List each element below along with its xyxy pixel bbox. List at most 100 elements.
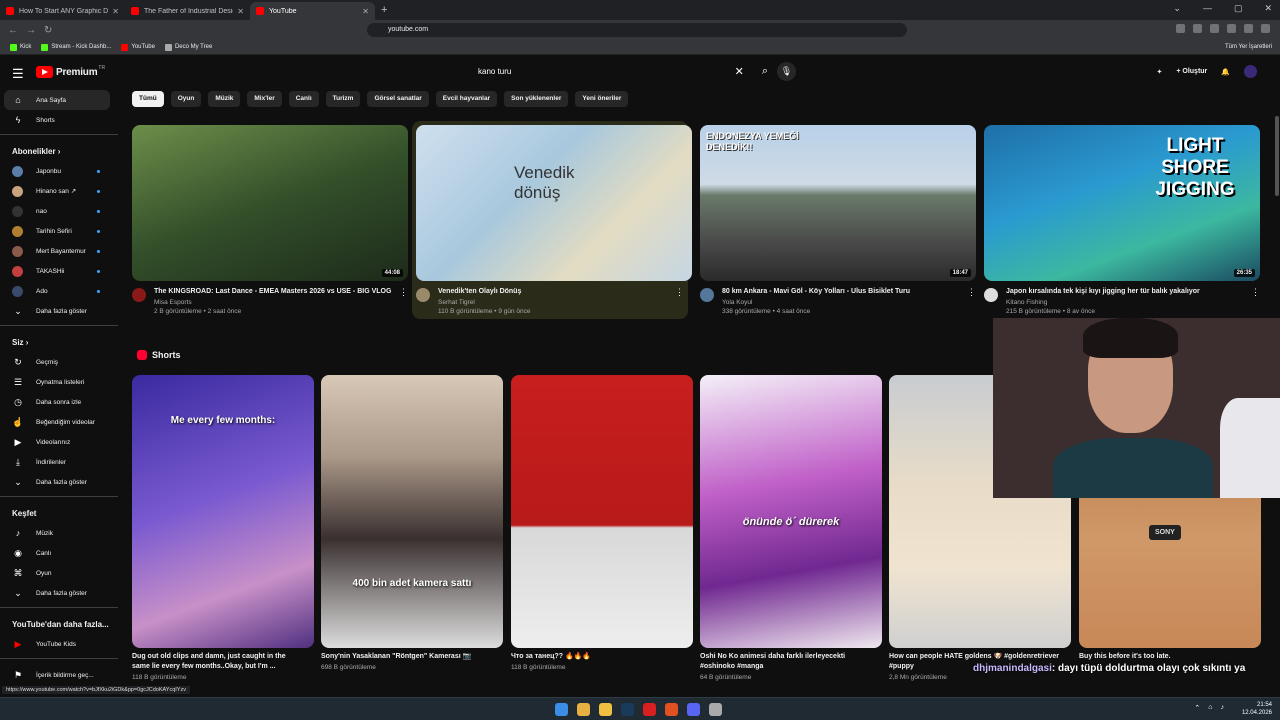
extension-icon[interactable]	[1176, 24, 1185, 33]
sidebar-item-report[interactable]: ⚑ İçerik bildirme geç...	[0, 665, 118, 685]
avatar[interactable]	[1244, 65, 1257, 78]
chip-all[interactable]: Tümü	[132, 91, 164, 107]
new-tab-icon[interactable]: +	[381, 4, 387, 16]
sidebar-item[interactable]: ◷ Daha sonra izle	[0, 392, 118, 412]
sidebar-item[interactable]: ☝ Beğendiğim videolar	[0, 412, 118, 432]
video-title[interactable]: The KINGSROAD: Last Dance - EMEA Masters…	[154, 287, 395, 297]
chip[interactable]: Turizm	[325, 91, 361, 107]
brave-icon[interactable]	[665, 703, 678, 716]
short-card[interactable]: önünde ö´ dürerek Oshi No Ko animesi dah…	[700, 375, 882, 681]
bookmark-item[interactable]: Kick	[10, 43, 31, 51]
youtube-logo[interactable]: Premium TR	[36, 65, 105, 78]
sidebar-item[interactable]: Mert Bayantemur	[0, 241, 118, 261]
channel-avatar[interactable]	[700, 288, 714, 302]
video-title[interactable]: 80 km Ankara - Mavi Göl - Köy Yolları - …	[722, 287, 963, 297]
sidebar-item[interactable]: Hinano san ↗	[0, 181, 118, 201]
menu-dots-icon[interactable]	[1261, 24, 1270, 33]
bookmark-item[interactable]: Stream - Kick Dashb...	[41, 43, 111, 51]
sidebar-item[interactable]: Japonbu	[0, 161, 118, 181]
video-thumbnail[interactable]: ENDONEZYA YEMEĞİ DENEDİK!! 18:47	[700, 125, 976, 281]
short-card[interactable]: 400 bin adet kamera sattı Sony'nin Yasak…	[321, 375, 503, 671]
short-thumbnail[interactable]: Me every few months:	[132, 375, 314, 648]
minimize-icon[interactable]: —	[1203, 3, 1212, 14]
opera-icon[interactable]	[643, 703, 656, 716]
short-title[interactable]: Что за танец?? 🔥🔥🔥	[511, 652, 693, 662]
channel-name[interactable]: Serhat Tigrel	[438, 299, 671, 306]
page-scrollbar[interactable]	[1275, 116, 1279, 196]
channel-name[interactable]: Yola Koyul	[722, 299, 963, 306]
bookmark-item[interactable]: YouTube	[121, 43, 155, 51]
extension-icon[interactable]	[1193, 24, 1202, 33]
video-title[interactable]: Japon kırsalında tek kişi kıyı jigging h…	[1006, 287, 1247, 297]
extension-icon[interactable]	[1210, 24, 1219, 33]
short-title[interactable]: Dug out old clips and damn, just caught …	[132, 652, 314, 672]
sidebar-item[interactable]: ▶ Videolarınız	[0, 432, 118, 452]
short-title[interactable]: Sony'nin Yasaklanan "Röntgen" Kamerası 📷	[321, 652, 503, 662]
video-thumbnail[interactable]: Venedik dönüş	[416, 125, 692, 281]
video-title[interactable]: Venedik'ten Olaylı Dönüş	[438, 287, 671, 297]
discord-icon[interactable]	[687, 703, 700, 716]
sidebar-item[interactable]: TAKASHii	[0, 261, 118, 281]
notifications-bell-icon[interactable]: 🔔	[1221, 68, 1230, 76]
volume-icon[interactable]: ♪	[1221, 704, 1225, 712]
close-tab-icon[interactable]: ✕	[362, 7, 369, 16]
obs-icon[interactable]	[709, 703, 722, 716]
channel-avatar[interactable]	[984, 288, 998, 302]
clock[interactable]: 21:54 12.04.2026	[1242, 701, 1272, 717]
create-button[interactable]: + Oluştur	[1176, 68, 1207, 75]
sidebar-item[interactable]: ⌄ Daha fazla göster	[0, 472, 118, 492]
voice-search-icon[interactable]: 🎙	[777, 62, 796, 81]
maximize-icon[interactable]: ▢	[1234, 3, 1243, 14]
file-explorer-icon[interactable]	[599, 703, 612, 716]
sidebar-item[interactable]: ♪ Müzik	[0, 523, 118, 543]
close-window-icon[interactable]: ✕	[1264, 3, 1272, 14]
sidebar-item[interactable]: Tarihin Sefiri	[0, 221, 118, 241]
subscriptions-heading[interactable]: Abonelikler ›	[0, 141, 118, 161]
search-box[interactable]: kano turu ✕ ⌕	[469, 61, 768, 81]
url-bar[interactable]: youtube.com	[367, 23, 907, 37]
short-title[interactable]: Oshi No Ko animesi daha farklı ilerleyec…	[700, 652, 882, 672]
sidebar-item[interactable]: nao	[0, 201, 118, 221]
video-card-hovered[interactable]: Venedik dönüş Venedik'ten Olaylı Dönüş S…	[412, 121, 692, 319]
reload-icon[interactable]: ↻	[44, 25, 52, 36]
sidebar-item[interactable]: ↻ Geçmiş	[0, 352, 118, 372]
sidebar-item[interactable]: ⤓ İndirilenler	[0, 452, 118, 472]
sidebar-item[interactable]: Ado	[0, 281, 118, 301]
browser-tab[interactable]: How To Start ANY Graphic Design Fr ✕	[0, 2, 125, 20]
back-icon[interactable]: ←	[8, 25, 18, 36]
video-card[interactable]: ENDONEZYA YEMEĞİ DENEDİK!! 18:47 80 km A…	[700, 125, 976, 315]
short-thumbnail[interactable]	[511, 375, 693, 648]
bookmark-item[interactable]: Deco My Tree	[164, 43, 212, 51]
clear-search-icon[interactable]: ✕	[735, 65, 744, 78]
chip[interactable]: Son yüklenenler	[504, 91, 569, 107]
forward-icon[interactable]: →	[26, 25, 36, 36]
sidebar-item[interactable]: ◉ Canlı	[0, 543, 118, 563]
more-options-icon[interactable]: ⋮	[675, 287, 684, 315]
hamburger-menu-icon[interactable]: ☰	[12, 66, 24, 82]
sidebar-item-show-more[interactable]: ⌄ Daha fazla göster	[0, 301, 118, 321]
more-options-icon[interactable]: ⋮	[1251, 287, 1260, 315]
short-card[interactable]: Что за танец?? 🔥🔥🔥 118 B görüntüleme	[511, 375, 693, 671]
close-tab-icon[interactable]: ✕	[112, 7, 119, 16]
short-thumbnail[interactable]: önünde ö´ dürerek	[700, 375, 882, 648]
chip[interactable]: Canlı	[288, 91, 319, 107]
sidebar-item-shorts[interactable]: ϟ Shorts	[0, 110, 118, 130]
chip[interactable]: Evcil hayvanlar	[435, 91, 498, 107]
channel-avatar[interactable]	[132, 288, 146, 302]
you-heading[interactable]: Siz ›	[0, 332, 118, 352]
sidebar-item-home[interactable]: ⌂ Ana Sayfa	[4, 90, 110, 110]
video-card[interactable]: LIGHT SHORE JIGGING 26:35 Japon kırsalın…	[984, 125, 1260, 315]
extension-icon[interactable]	[1244, 24, 1253, 33]
short-card[interactable]: Me every few months: Dug out old clips a…	[132, 375, 314, 681]
sidebar-item[interactable]: ☰ Oynatma listeleri	[0, 372, 118, 392]
search-input[interactable]: kano turu	[478, 67, 735, 76]
more-options-icon[interactable]: ⋮	[399, 287, 408, 315]
tab-list-icon[interactable]: ⌄	[1173, 3, 1181, 14]
chip[interactable]: Oyun	[170, 91, 202, 107]
extension-icon[interactable]	[1227, 24, 1236, 33]
search-icon[interactable]: ⌕	[762, 65, 768, 78]
chrome-icon[interactable]	[577, 703, 590, 716]
chip[interactable]: Görsel sanatlar	[367, 91, 429, 107]
short-thumbnail[interactable]: 400 bin adet kamera sattı	[321, 375, 503, 648]
chip[interactable]: Mix'ler	[247, 91, 282, 107]
